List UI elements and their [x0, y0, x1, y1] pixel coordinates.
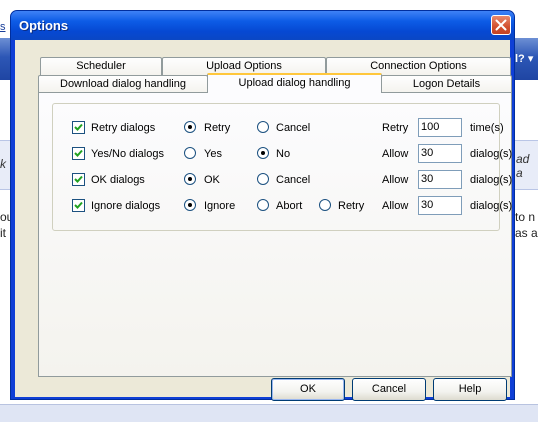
- chevron-down-icon: ▾: [527, 53, 534, 65]
- close-icon: [495, 19, 507, 31]
- checkmark-icon: [74, 149, 83, 157]
- ignore-count-unit: dialog(s): [470, 200, 513, 212]
- background-bottom-bar: [0, 404, 538, 422]
- ok-count-label: Allow: [382, 174, 409, 186]
- ok-count-input[interactable]: 30: [418, 170, 462, 189]
- ignore-count-input[interactable]: 30: [418, 196, 462, 215]
- retry-dialogs-checkbox[interactable]: [72, 121, 85, 134]
- abort-radio-label: Abort: [276, 200, 303, 212]
- yes-no-dialogs-label: Yes/No dialogs: [91, 148, 164, 160]
- options-dialog: Options Scheduler Upload Options Connect…: [10, 10, 515, 401]
- yes-radio[interactable]: [184, 147, 196, 159]
- no-radio[interactable]: [257, 147, 269, 159]
- close-button[interactable]: [491, 15, 511, 35]
- tab-scheduler[interactable]: Scheduler: [40, 57, 162, 75]
- ignore-radio[interactable]: [184, 199, 196, 211]
- ok-dialogs-label: OK dialogs: [91, 174, 145, 186]
- retry-dialogs-label: Retry dialogs: [91, 122, 156, 134]
- ok-radio-label: OK: [204, 174, 220, 186]
- ok-radio[interactable]: [184, 173, 196, 185]
- checkmark-icon: [74, 201, 83, 209]
- yes-no-count-input[interactable]: 30: [418, 144, 462, 163]
- ignore-retry-radio[interactable]: [319, 199, 331, 211]
- tab-panel-upload-dialog-handling: Retry dialogs Retry Cancel Retry 100 tim…: [38, 92, 512, 377]
- yes-radio-label: Yes: [204, 148, 222, 160]
- tab-upload-dialog-handling[interactable]: Upload dialog handling: [207, 73, 382, 93]
- dialog-title: Options: [19, 18, 69, 33]
- ignore-retry-radio-label: Retry: [338, 200, 365, 212]
- ignore-count-label: Allow: [382, 200, 409, 212]
- yes-no-count-label: Allow: [382, 148, 409, 160]
- cancel-button[interactable]: Cancel: [352, 378, 426, 401]
- retry-count-input[interactable]: 100: [418, 118, 462, 137]
- retry-count-label: Retry: [382, 122, 409, 134]
- retry-cancel-radio-label: Cancel: [276, 122, 311, 134]
- background-text-right-2: as a: [515, 226, 538, 240]
- yes-no-count-unit: dialog(s): [470, 148, 513, 160]
- checkmark-icon: [74, 175, 83, 183]
- ok-cancel-radio-label: Cancel: [276, 174, 311, 186]
- dialog-client-area: Scheduler Upload Options Connection Opti…: [15, 40, 512, 401]
- retry-radio[interactable]: [184, 121, 196, 133]
- help-button[interactable]: Help: [433, 378, 507, 401]
- ok-cancel-radio[interactable]: [257, 173, 269, 185]
- no-radio-label: No: [276, 148, 291, 160]
- background-link[interactable]: s: [0, 21, 6, 33]
- background-text-left-2: it: [0, 226, 6, 240]
- tab-download-dialog-handling[interactable]: Download dialog handling: [38, 75, 208, 93]
- ok-count-unit: dialog(s): [470, 174, 513, 186]
- ignore-radio-label: Ignore: [204, 200, 236, 212]
- ok-dialogs-checkbox[interactable]: [72, 173, 85, 186]
- tab-logon-details[interactable]: Logon Details: [381, 75, 512, 93]
- background-text-right-1: to n: [515, 210, 536, 224]
- title-bar[interactable]: Options: [11, 11, 514, 40]
- background-band-text-right: ad a: [516, 152, 530, 180]
- retry-radio-label: Retry: [204, 122, 231, 134]
- dialog-handling-group: Retry dialogs Retry Cancel Retry 100 tim…: [52, 103, 512, 231]
- ignore-dialogs-label: Ignore dialogs: [91, 200, 161, 212]
- background-band-text-left: k: [0, 157, 6, 171]
- ok-button[interactable]: OK: [271, 378, 345, 401]
- background-help-menu[interactable]: l? ▾: [515, 52, 533, 65]
- retry-cancel-radio[interactable]: [257, 121, 269, 133]
- checkmark-icon: [74, 123, 83, 131]
- abort-radio[interactable]: [257, 199, 269, 211]
- yes-no-dialogs-checkbox[interactable]: [72, 147, 85, 160]
- ignore-dialogs-checkbox[interactable]: [72, 199, 85, 212]
- retry-count-unit: time(s): [470, 122, 504, 134]
